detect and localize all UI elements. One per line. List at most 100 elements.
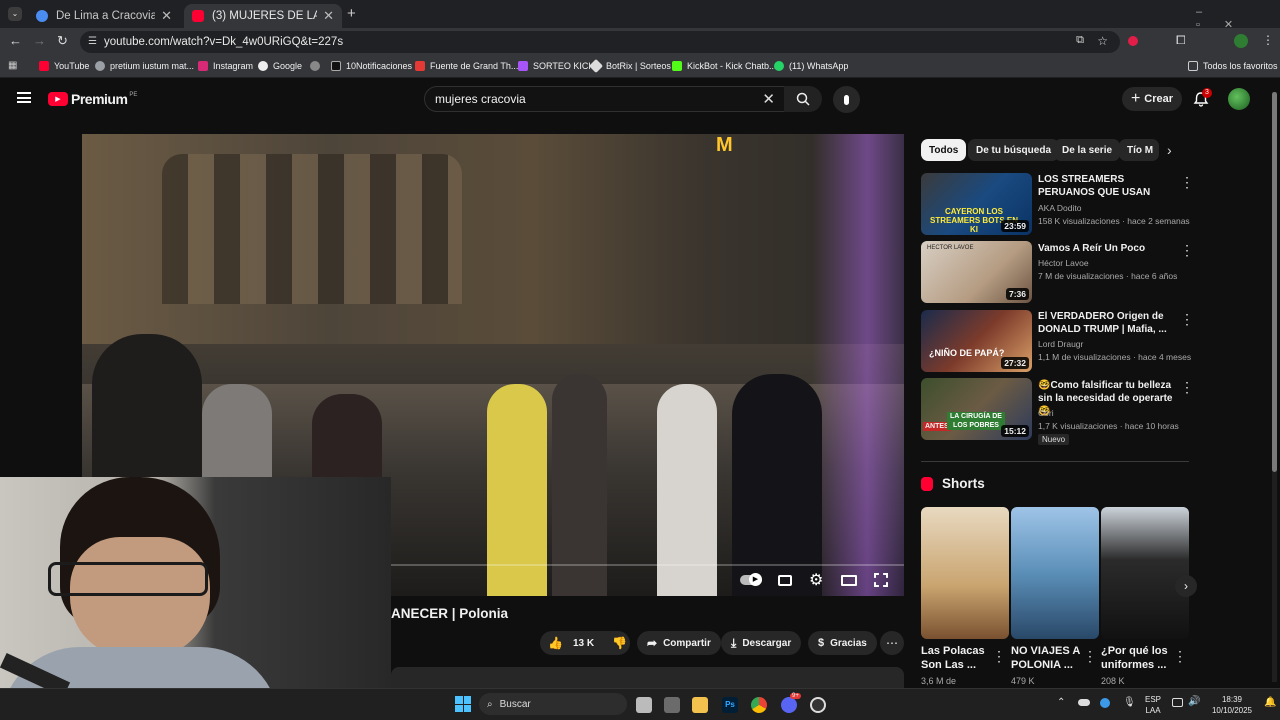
dislike-icon[interactable]: 👎 bbox=[612, 636, 627, 650]
apps-icon[interactable]: ▦ bbox=[8, 60, 17, 71]
voice-search-button[interactable] bbox=[833, 86, 860, 113]
volume-icon[interactable]: 🔊 bbox=[1188, 696, 1200, 707]
back-icon[interactable]: ← bbox=[9, 33, 22, 48]
all-bookmarks-folder[interactable]: Todos los favoritos bbox=[1188, 61, 1278, 71]
download-button[interactable]: ⤓ Descargar bbox=[721, 631, 802, 655]
rec-title[interactable]: Vamos A Reír Un Poco bbox=[1038, 242, 1178, 255]
share-button[interactable]: ➦ Compartir bbox=[637, 631, 721, 655]
bookmark-google[interactable]: Google bbox=[258, 61, 302, 71]
create-button[interactable]: + Crear bbox=[1122, 87, 1182, 111]
chip-from-search[interactable]: De tu búsqueda bbox=[968, 139, 1060, 161]
profile-avatar[interactable] bbox=[1234, 34, 1248, 48]
rec-menu-icon[interactable]: ⋮ bbox=[1180, 311, 1194, 328]
clear-search-icon[interactable]: ✕ bbox=[762, 90, 775, 108]
clock[interactable]: 18:39 10/10/2025 bbox=[1206, 694, 1258, 716]
install-icon[interactable]: ⧉ bbox=[1076, 34, 1084, 47]
rec-channel[interactable]: Lord Draugr bbox=[1038, 339, 1083, 349]
rec-menu-icon[interactable]: ⋮ bbox=[1180, 242, 1194, 259]
like-dislike-group[interactable]: 👍 13 K 👎 bbox=[540, 631, 630, 655]
chrome-icon[interactable] bbox=[751, 697, 767, 713]
rec-title[interactable]: 🤓Como falsificar tu belleza sin la neces… bbox=[1038, 379, 1178, 418]
extensions-puzzle-icon[interactable]: ⧠ bbox=[1176, 33, 1186, 48]
shorts-next-button[interactable]: › bbox=[1175, 575, 1197, 597]
obs-icon[interactable] bbox=[810, 697, 826, 713]
short-thumbnail[interactable] bbox=[1011, 507, 1099, 639]
bookmark-youtube[interactable]: YouTube bbox=[39, 61, 89, 71]
language-indicator[interactable]: ESP LAA bbox=[1142, 694, 1164, 716]
bookmark-botrix[interactable]: BotRix | Sorteos bbox=[588, 58, 671, 74]
theater-mode-icon[interactable] bbox=[841, 575, 857, 586]
short-menu-icon[interactable]: ⋮ bbox=[1083, 648, 1097, 665]
youtube-logo[interactable]: ▶ Premium PE bbox=[48, 91, 137, 107]
tab-search-button[interactable]: ⌄ bbox=[8, 7, 22, 21]
bookmark-pretium[interactable]: pretium iustum mat... bbox=[95, 61, 194, 71]
short-thumbnail[interactable] bbox=[921, 507, 1009, 639]
rec-menu-icon[interactable]: ⋮ bbox=[1180, 379, 1194, 396]
taskbar-search[interactable]: ⌕ Buscar bbox=[479, 693, 627, 715]
notification-center-icon[interactable]: 🔔 bbox=[1264, 697, 1276, 708]
chip-all[interactable]: Todos bbox=[921, 139, 967, 161]
short-menu-icon[interactable]: ⋮ bbox=[1173, 648, 1187, 665]
rec-menu-icon[interactable]: ⋮ bbox=[1180, 174, 1194, 191]
app-icon[interactable] bbox=[664, 697, 680, 713]
rec-thumbnail[interactable]: CAYERON LOS STREAMERS BOTS EN KI 23:59 bbox=[921, 173, 1032, 235]
bookmark-sorteo-kick[interactable]: SORTEO KICK bbox=[518, 61, 594, 71]
bookmark-grand-theft[interactable]: Fuente de Grand Th... bbox=[415, 61, 518, 71]
account-avatar[interactable] bbox=[1228, 88, 1250, 110]
rec-channel[interactable]: Cori bbox=[1038, 408, 1054, 418]
mic-tray-icon[interactable]: 🎙 bbox=[1123, 697, 1136, 708]
rec-channel[interactable]: Héctor Lavoe bbox=[1038, 258, 1089, 268]
notifications-button[interactable]: 3 bbox=[1193, 88, 1212, 112]
bookmark-instagram[interactable]: Instagram bbox=[198, 61, 253, 71]
like-icon[interactable]: 👍 bbox=[548, 636, 563, 650]
address-bar[interactable]: ☰ youtube.com/watch?v=Dk_4w0URiGQ&t=227s… bbox=[80, 31, 1120, 53]
thanks-button[interactable]: $ Gracias bbox=[808, 631, 877, 655]
page-scrollbar[interactable] bbox=[1272, 92, 1277, 682]
tray-chevron-icon[interactable]: ⌃ bbox=[1057, 697, 1065, 708]
rec-title[interactable]: LOS STREAMERS PERUANOS QUE USAN BOTS 🔥 F… bbox=[1038, 173, 1178, 199]
tab-google-maps[interactable]: De Lima a Cracovia | Google Vu ✕ bbox=[28, 4, 180, 28]
file-explorer-icon[interactable] bbox=[692, 697, 708, 713]
extension-icon[interactable] bbox=[1128, 36, 1138, 46]
close-tab-icon[interactable]: ✕ bbox=[155, 8, 172, 24]
bookmark-unnamed[interactable] bbox=[310, 61, 325, 71]
search-input[interactable]: mujeres cracovia ✕ bbox=[424, 86, 786, 112]
short-title[interactable]: NO VIAJES A POLONIA ... bbox=[1011, 644, 1086, 672]
chip-tio[interactable]: Tío M bbox=[1119, 139, 1159, 161]
new-tab-button[interactable]: + bbox=[347, 5, 356, 22]
short-title[interactable]: ¿Por qué los uniformes ... bbox=[1101, 644, 1176, 672]
photoshop-icon[interactable]: Ps bbox=[722, 697, 738, 713]
short-thumbnail[interactable] bbox=[1101, 507, 1189, 639]
rec-title[interactable]: El VERDADERO Origen de DONALD TRUMP | Ma… bbox=[1038, 310, 1178, 336]
search-button[interactable] bbox=[784, 86, 822, 112]
site-info-icon[interactable]: ☰ bbox=[88, 36, 97, 47]
settings-gear-icon[interactable]: ⚙ bbox=[809, 570, 823, 590]
rec-thumbnail[interactable]: ANTES LA CIRUGÍA DE LOS POBRES 15:12 bbox=[921, 378, 1032, 440]
tray-app-icon[interactable] bbox=[1100, 698, 1110, 708]
menu-icon[interactable]: ⋮ bbox=[1262, 33, 1274, 47]
onedrive-icon[interactable] bbox=[1078, 699, 1090, 706]
network-icon[interactable] bbox=[1172, 698, 1183, 707]
windows-start-icon[interactable] bbox=[455, 696, 471, 712]
more-actions-button[interactable]: ⋯ bbox=[880, 631, 904, 655]
bookmark-kickbot[interactable]: KickBot - Kick Chatb... bbox=[672, 61, 777, 71]
short-menu-icon[interactable]: ⋮ bbox=[992, 648, 1006, 665]
rec-thumbnail[interactable]: ¿NIÑO DE PAPÁ? 27:32 bbox=[921, 310, 1032, 372]
autoplay-toggle[interactable]: ▶ bbox=[740, 573, 762, 586]
rec-thumbnail[interactable]: HECTOR LAVOE 7:36 bbox=[921, 241, 1032, 303]
rec-channel[interactable]: AKA Dodito bbox=[1038, 203, 1081, 213]
hamburger-menu-icon[interactable] bbox=[17, 92, 31, 103]
reload-icon[interactable]: ↻ bbox=[57, 33, 68, 49]
forward-icon[interactable]: → bbox=[33, 33, 46, 48]
description-box[interactable] bbox=[391, 667, 904, 689]
subtitles-icon[interactable] bbox=[778, 575, 792, 586]
bookmark-whatsapp[interactable]: (11) WhatsApp bbox=[774, 61, 848, 71]
bookmark-star-icon[interactable]: ☆ bbox=[1097, 34, 1108, 48]
task-view-icon[interactable] bbox=[636, 697, 652, 713]
chips-next-icon[interactable]: › bbox=[1167, 142, 1172, 158]
close-tab-icon[interactable]: ✕ bbox=[317, 8, 334, 24]
short-title[interactable]: Las Polacas Son Las ... bbox=[921, 644, 996, 672]
tab-youtube[interactable]: (3) MUJERES DE LA NOCHE, CR ✕ bbox=[184, 4, 342, 28]
chip-series[interactable]: De la serie bbox=[1054, 139, 1121, 161]
discord-icon[interactable] bbox=[781, 697, 797, 713]
